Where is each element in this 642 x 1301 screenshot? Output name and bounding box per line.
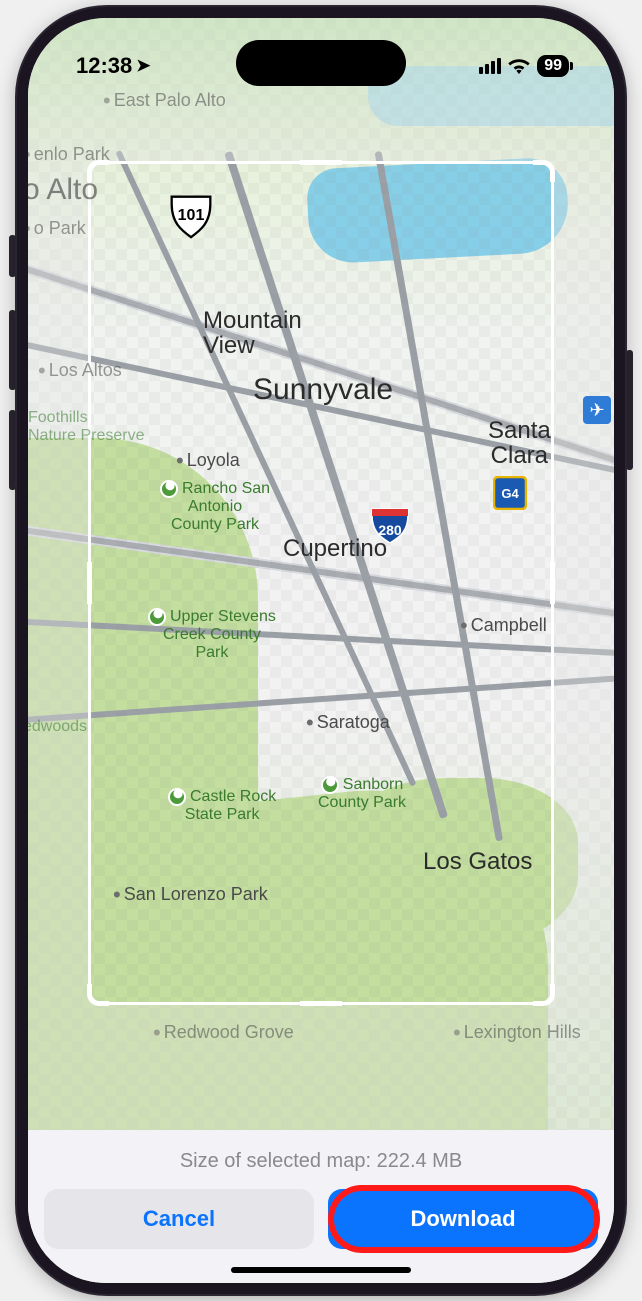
city-lexington-hills: Lexington Hills xyxy=(453,1018,581,1044)
shield-ca-g4: G4 xyxy=(493,476,527,510)
crop-corner-bl[interactable] xyxy=(87,984,109,1006)
cellular-icon xyxy=(479,58,501,74)
city-loyola: Loyola xyxy=(176,446,240,472)
phone-frame: 12:38 ➤ 99 xyxy=(17,7,625,1294)
city-redwood-grove: Redwood Grove xyxy=(153,1018,294,1044)
download-sheet: Size of selected map: 222.4 MB Cancel Do… xyxy=(28,1130,614,1283)
status-time: 12:38 xyxy=(76,53,132,79)
crop-handle-left[interactable] xyxy=(87,562,92,604)
park-sanborn: Sanborn County Park xyxy=(318,776,406,812)
tree-icon xyxy=(160,480,178,498)
city-mountain-view: Mountain View xyxy=(203,308,302,358)
crop-handle-right[interactable] xyxy=(550,562,555,604)
city-santa-clara: Santa Clara xyxy=(488,418,551,468)
crop-handle-bottom[interactable] xyxy=(300,1001,342,1006)
selection-frame[interactable] xyxy=(88,161,554,1005)
city-campbell: Campbell xyxy=(460,611,547,637)
park-upper-stevens: Upper Stevens Creek County Park xyxy=(148,608,276,661)
shield-us-101: 101 xyxy=(168,193,214,239)
park-castle-rock: Castle Rock State Park xyxy=(168,788,276,824)
battery-indicator: 99 xyxy=(537,55,569,77)
park-foothills: Foothills Nature Preserve xyxy=(28,409,145,444)
city-east-palo-alto: East Palo Alto xyxy=(103,86,226,112)
airport-icon: ✈ xyxy=(583,396,611,424)
city-menlo-park: enlo Park xyxy=(28,140,110,166)
shield-i-280: 280 xyxy=(370,503,410,543)
screen: 12:38 ➤ 99 xyxy=(28,18,614,1283)
label-edwoods: edwoods xyxy=(28,718,87,736)
city-sunnyvale: Sunnyvale xyxy=(253,373,393,407)
map-canvas[interactable]: Sunnyvale Mountain View Cupertino Santa … xyxy=(28,18,614,1283)
park-rancho: Rancho San Antonio County Park xyxy=(160,480,270,533)
crop-handle-top[interactable] xyxy=(300,160,342,165)
cancel-button[interactable]: Cancel xyxy=(44,1189,314,1249)
tree-icon xyxy=(321,776,339,794)
wifi-icon xyxy=(508,58,530,74)
city-los-altos: Los Altos xyxy=(38,356,122,382)
crop-corner-tr[interactable] xyxy=(533,160,555,182)
tree-icon xyxy=(148,608,166,626)
city-los-gatos: Los Gatos xyxy=(423,848,532,876)
home-indicator[interactable] xyxy=(231,1267,411,1273)
city-san-lorenzo: San Lorenzo Park xyxy=(113,880,268,906)
location-icon: ➤ xyxy=(136,56,150,76)
download-button[interactable]: Download xyxy=(328,1189,598,1249)
city-saratoga: Saratoga xyxy=(306,708,390,734)
city-palo-alto: o Alto xyxy=(28,173,98,207)
city-o-park: o Park xyxy=(28,214,86,240)
map-size-label: Size of selected map: 222.4 MB xyxy=(44,1150,598,1173)
tree-icon xyxy=(168,788,186,806)
dynamic-island xyxy=(236,40,406,86)
battery-level: 99 xyxy=(544,57,562,74)
